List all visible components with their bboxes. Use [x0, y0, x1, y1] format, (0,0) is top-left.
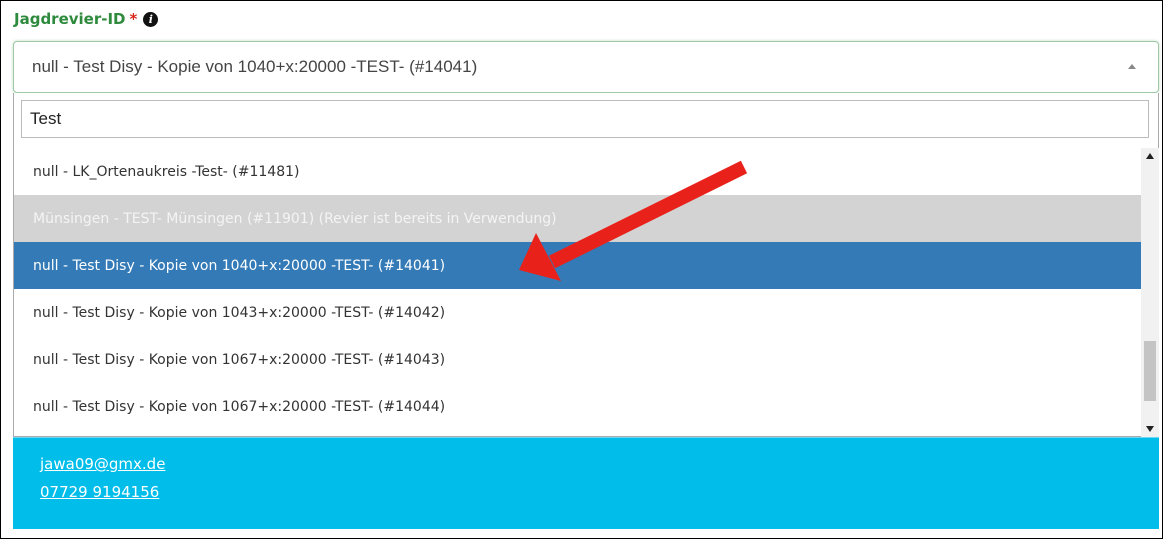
jagdrevier-select[interactable]: null - Test Disy - Kopie von 1040+x:2000…: [13, 41, 1159, 93]
contact-info-panel: jawa09@gmx.de 07729 9194156: [13, 437, 1159, 529]
panel-divider: [13, 437, 1159, 438]
scroll-down-arrow-icon[interactable]: [1146, 426, 1154, 432]
option-item-selected[interactable]: null - Test Disy - Kopie von 1040+x:2000…: [14, 242, 1141, 289]
option-item[interactable]: null - Test Disy - Kopie von 1067+x:2000…: [14, 383, 1141, 430]
required-marker: *: [129, 10, 138, 28]
option-item[interactable]: null - Test Disy - Kopie von 1043+x:2000…: [14, 289, 1141, 336]
phone-link[interactable]: 07729 9194156: [40, 483, 159, 501]
scrollbar-thumb[interactable]: [1144, 341, 1156, 401]
caret-up-icon[interactable]: [1128, 64, 1136, 69]
field-label-row: Jagdrevier-ID * i: [14, 8, 159, 30]
scroll-up-arrow-icon[interactable]: [1146, 153, 1154, 159]
dropdown-scrollbar[interactable]: [1141, 148, 1159, 437]
option-item[interactable]: null - LK_Ortenaukreis -Test- (#11481): [14, 148, 1141, 195]
option-item-disabled: Münsingen - TEST- Münsingen (#11901) (Re…: [14, 195, 1141, 242]
field-label: Jagdrevier-ID: [14, 10, 126, 28]
select-dropdown: null - LK_Ortenaukreis -Test- (#11481) M…: [13, 93, 1159, 437]
email-link[interactable]: jawa09@gmx.de: [40, 455, 165, 473]
option-list: null - LK_Ortenaukreis -Test- (#11481) M…: [14, 148, 1141, 437]
info-circle-icon[interactable]: i: [143, 11, 159, 27]
dropdown-search-input[interactable]: [21, 100, 1149, 138]
select-current-value: null - Test Disy - Kopie von 1040+x:2000…: [32, 57, 478, 76]
option-item[interactable]: null - Test Disy - Kopie von 1067+x:2000…: [14, 336, 1141, 383]
